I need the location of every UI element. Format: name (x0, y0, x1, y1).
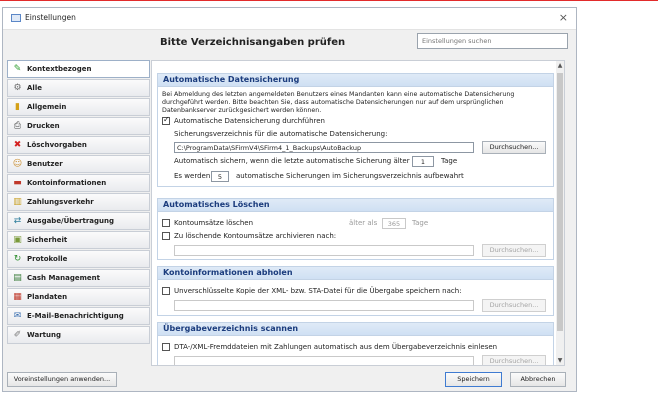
settings-content: Automatische Datensicherung Bei Abmeldun… (151, 60, 565, 366)
section-backup: Automatische Datensicherung Bei Abmeldun… (157, 73, 554, 187)
backup-description: Bei Abmeldung des letzten angemeldeten B… (162, 91, 515, 114)
sidebar-item-plandaten[interactable]: ▦ Plandaten (7, 288, 150, 306)
section-delete: Automatisches Löschen Kontoumsätze lösch… (157, 198, 554, 260)
delete-older-prefix: älter als (349, 219, 378, 227)
sidebar-item-ausgabe-übertragung[interactable]: ⇄ Ausgabe/Übertragung (7, 212, 150, 230)
cash-icon: ▤ (13, 273, 22, 283)
delete-days-input[interactable]: 365 (382, 218, 406, 229)
section-delete-title: Automatisches Löschen (158, 199, 553, 212)
sidebar-item-label: Sicherheit (27, 236, 68, 244)
printer-icon: ⎙ (13, 121, 22, 131)
backup-dir-label: Sicherungsverzeichnis für die automatisc… (174, 130, 388, 138)
backup-age-prefix: Automatisch sichern, wenn die letzte aut… (174, 157, 433, 165)
backup-enable-checkbox[interactable] (162, 115, 170, 125)
gears-icon: ⚙ (13, 83, 22, 93)
log-icon: ↻ (13, 254, 22, 264)
fetch-browse-button[interactable]: Durchsuchen... (482, 299, 546, 312)
sidebar-item-label: Allgemein (27, 103, 67, 111)
sidebar-item-wartung[interactable]: ✐ Wartung (7, 326, 150, 344)
backup-age-unit: Tage (441, 157, 458, 165)
backup-keep-input[interactable]: 5 (211, 171, 229, 182)
window-title: Einstellungen (25, 13, 76, 22)
section-backup-title: Automatische Datensicherung (158, 74, 553, 87)
email-icon: ✉ (13, 311, 22, 321)
sidebar-item-label: Ausgabe/Übertragung (27, 217, 115, 225)
sidebar-item-zahlungsverkehr[interactable]: ▥ Zahlungsverkehr (7, 193, 150, 211)
delete-archive-checkbox[interactable] (162, 232, 170, 240)
user-icon: ☺ (12, 159, 23, 169)
scan-browse-button[interactable]: Durchsuchen... (482, 355, 546, 365)
sidebar-item-label: Benutzer (27, 160, 63, 168)
sidebar-item-cash-management[interactable]: ▤ Cash Management (7, 269, 150, 287)
settings-search-input[interactable] (417, 33, 568, 49)
content-scrollbar[interactable]: ▲ ▼ (556, 61, 564, 365)
sidebar-item-e-mail-benachrichtigung[interactable]: ✉ E-Mail-Benachrichtigung (7, 307, 150, 325)
sidebar-item-label: Drucken (27, 122, 60, 130)
delete-archive-path-input[interactable] (174, 245, 474, 256)
title-bar: Einstellungen × (3, 8, 576, 30)
section-scan: Übergabeverzeichnis scannen DTA-/XML-Fre… (157, 322, 554, 365)
window-app-icon (11, 14, 21, 22)
sidebar-item-drucken[interactable]: ⎙ Drucken (7, 117, 150, 135)
sidebar-item-label: Wartung (27, 331, 61, 339)
sidebar-item-allgemein[interactable]: ▮ Allgemein (7, 98, 150, 116)
pencil-icon: ✎ (13, 64, 22, 74)
section-scan-title: Übergabeverzeichnis scannen (158, 323, 553, 336)
apply-defaults-button[interactable]: Voreinstellungen anwenden... (7, 372, 117, 387)
delete-browse-button[interactable]: Durchsuchen... (482, 244, 546, 257)
transfer-icon: ⇄ (13, 216, 22, 226)
sidebar-item-label: Kontoinformationen (27, 179, 107, 187)
delete-archive-label: Zu löschende Kontoumsätze archivieren na… (174, 232, 337, 240)
scroll-down-icon[interactable]: ▼ (556, 357, 564, 364)
payment-icon: ▥ (13, 197, 22, 207)
sidebar-item-label: E-Mail-Benachrichtigung (27, 312, 124, 320)
delete-enable-label: Kontoumsätze löschen (174, 219, 254, 227)
sidebar-item-label: Alle (27, 84, 42, 92)
sidebar-item-label: Löschvorgaben (27, 141, 87, 149)
wrench-icon: ✐ (13, 330, 22, 340)
scan-import-label: DTA-/XML-Fremddateien mit Zahlungen auto… (174, 343, 498, 351)
sidebar: ✎ Kontextbezogen ⚙ Alle ▮ Allgemein ⎙ Drucken ✖ L… (7, 60, 150, 345)
sidebar-item-label: Zahlungsverkehr (27, 198, 94, 206)
sidebar-item-label: Plandaten (27, 293, 68, 301)
backup-browse-button[interactable]: Durchsuchen... (482, 141, 546, 154)
save-button[interactable]: Speichern (445, 372, 502, 387)
sidebar-item-protokolle[interactable]: ↻ Protokolle (7, 250, 150, 268)
ruler-icon: ▮ (15, 102, 20, 112)
section-fetch: Kontoinformationen abholen Unverschlüsse… (157, 266, 554, 316)
backup-keep-prefix: Es werden (174, 172, 211, 180)
cancel-button[interactable]: Abbrechen (510, 372, 566, 387)
fetch-copy-label: Unverschlüsselte Kopie der XML- bzw. STA… (174, 287, 462, 295)
sidebar-item-kontoinformationen[interactable]: ▬ Kontoinformationen (7, 174, 150, 192)
close-icon[interactable]: × (559, 11, 568, 24)
sidebar-item-löschvorgaben[interactable]: ✖ Löschvorgaben (7, 136, 150, 154)
scan-import-checkbox[interactable] (162, 343, 170, 351)
backup-enable-label: Automatische Datensicherung durchführen (174, 117, 325, 125)
delete-enable-checkbox[interactable] (162, 219, 170, 227)
backup-keep-suffix: automatische Sicherungen im Sicherungsve… (236, 172, 464, 180)
fetch-path-input[interactable] (174, 300, 474, 311)
sidebar-item-alle[interactable]: ⚙ Alle (7, 79, 150, 97)
sidebar-item-label: Kontextbezogen (27, 65, 92, 73)
lock-icon: ▣ (13, 235, 22, 245)
scroll-up-icon[interactable]: ▲ (556, 62, 564, 69)
sidebar-item-sicherheit[interactable]: ▣ Sicherheit (7, 231, 150, 249)
scrollbar-thumb[interactable] (557, 73, 563, 331)
sidebar-item-kontextbezogen[interactable]: ✎ Kontextbezogen (7, 60, 150, 78)
sidebar-item-label: Cash Management (27, 274, 100, 282)
account-icon: ▬ (13, 178, 22, 188)
delete-icon: ✖ (13, 140, 22, 150)
backup-dir-input[interactable]: C:\ProgramData\SFirmV4\SFirm4_1_Backups\… (174, 142, 474, 153)
sidebar-item-label: Protokolle (27, 255, 68, 263)
delete-days-unit: Tage (412, 219, 429, 227)
section-fetch-title: Kontoinformationen abholen (158, 267, 553, 280)
top-accent-line (0, 0, 658, 1)
sidebar-item-benutzer[interactable]: ☺ Benutzer (7, 155, 150, 173)
scan-path-input[interactable] (174, 356, 474, 365)
calendar-icon: ▦ (13, 292, 22, 302)
backup-age-input[interactable]: 1 (412, 156, 434, 167)
page-title: Bitte Verzeichnisangaben prüfen (160, 37, 346, 48)
fetch-copy-checkbox[interactable] (162, 287, 170, 295)
